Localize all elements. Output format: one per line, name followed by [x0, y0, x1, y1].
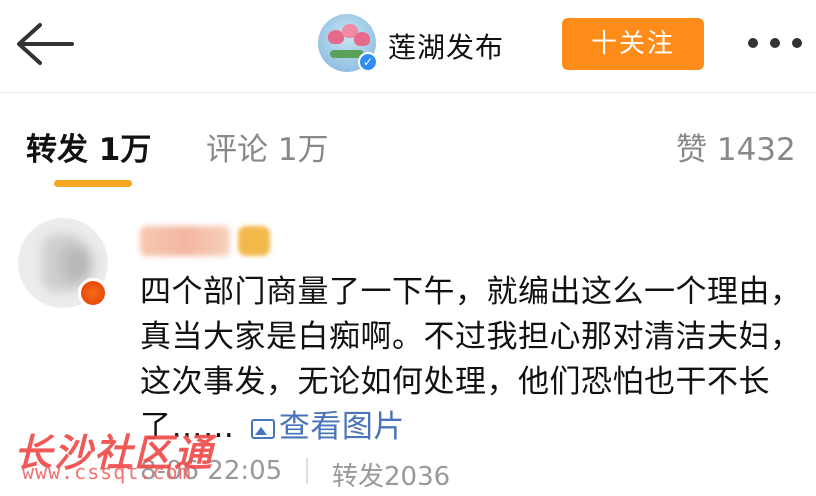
verified-badge-icon: ✓ [358, 52, 378, 72]
tab-comments[interactable]: 评论 1万 [206, 124, 329, 169]
back-arrow-icon[interactable] [14, 22, 76, 66]
user-badge-icon [78, 278, 108, 308]
vip-icon [238, 226, 270, 256]
image-icon [250, 419, 275, 439]
active-tab-indicator [54, 180, 132, 187]
more-options-icon[interactable] [748, 38, 806, 50]
header-divider [0, 92, 816, 93]
account-name[interactable]: 莲湖发布 [388, 26, 504, 66]
meta-separator [306, 458, 308, 484]
user-name-blurred[interactable] [140, 226, 230, 256]
view-image-link[interactable]: 查看图片 [245, 409, 405, 445]
view-image-label: 查看图片 [278, 409, 405, 445]
post-text: 四个部门商量了一下午，就编出这么一个理由，真当大家是白痴啊。不过我担心那对清洁夫… [140, 270, 804, 450]
top-bar: ✓ 莲湖发布 十关注 [0, 0, 816, 92]
repost-count[interactable]: 转发2036 [332, 456, 450, 493]
follow-button[interactable]: 十关注 [562, 18, 704, 70]
tab-likes[interactable]: 赞 1432 [676, 124, 796, 169]
post-body: 四个部门商量了一下午，就编出这么一个理由，真当大家是白痴啊。不过我担心那对清洁夫… [140, 274, 802, 445]
tab-reposts[interactable]: 转发 1万 [26, 124, 151, 169]
watermark-url: www.cssqt.com [22, 460, 192, 484]
